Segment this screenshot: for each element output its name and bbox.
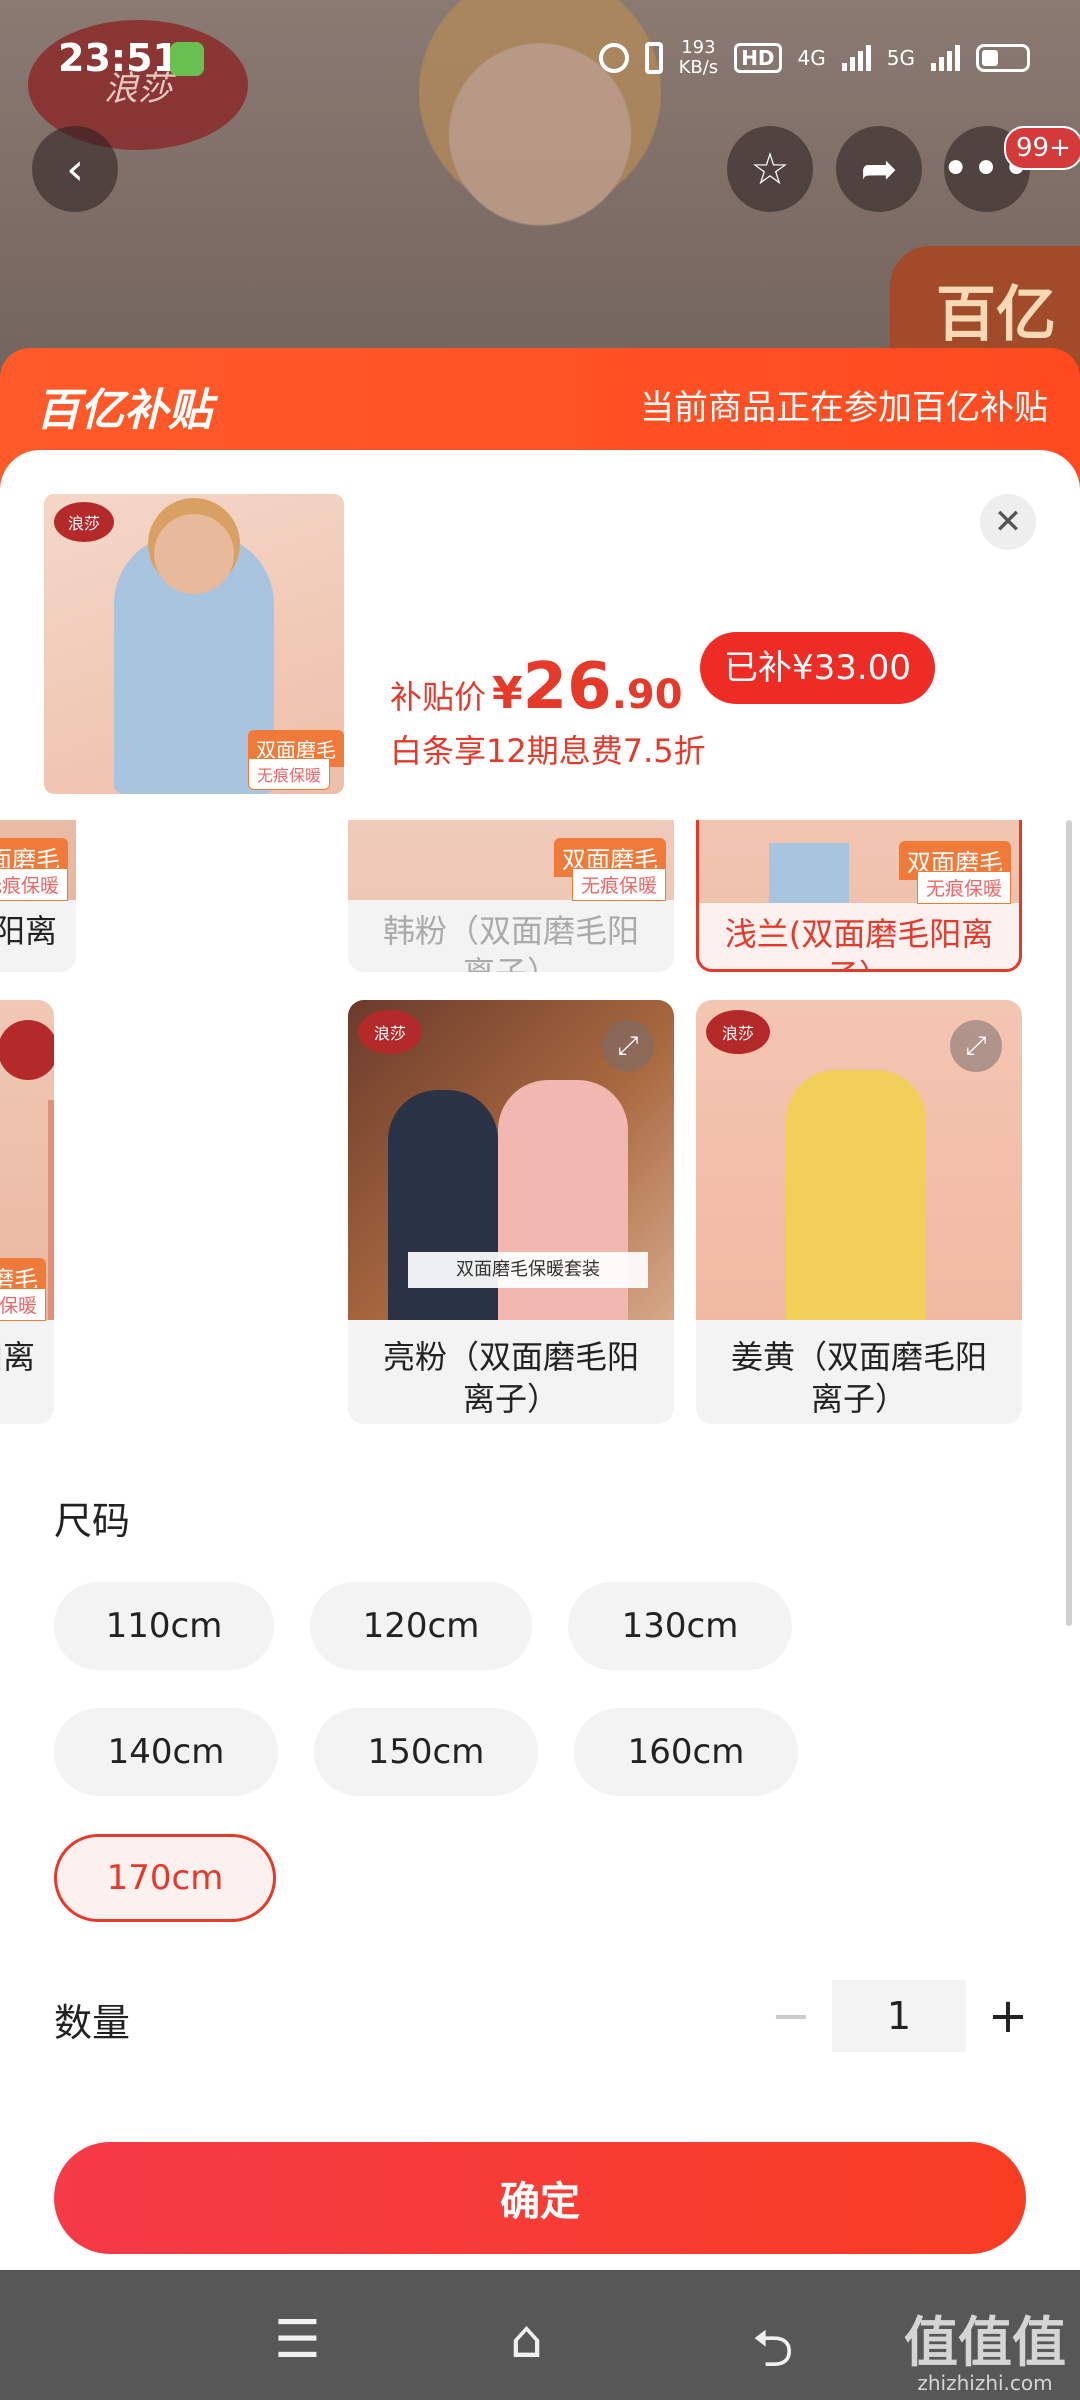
menu-icon[interactable]: ☰	[274, 2310, 321, 2370]
color-options[interactable]: 双面磨毛 无痕保暖 丈青（双面磨毛阳离子） 双面磨毛 无痕保暖 韩粉（双面磨毛阳…	[0, 820, 1080, 1450]
size-option-130[interactable]: 130cm	[568, 1582, 792, 1670]
installment-info: 白条享12期息费7.5折	[390, 732, 706, 770]
scrollbar[interactable]	[1066, 820, 1072, 1626]
color-label: 浅兰(双面磨毛阳离子）	[724, 915, 994, 969]
thumb-brand-logo: 浪莎	[54, 502, 114, 542]
color-label: 桔粉（双面磨毛阳离子）	[0, 1338, 35, 1376]
size-option-140[interactable]: 140cm	[54, 1708, 278, 1796]
star-icon: ☆	[750, 143, 790, 195]
network-speed: 193 KB/s	[679, 38, 719, 78]
color-tag-sub: 无痕保暖	[0, 1288, 46, 1321]
vibrate-icon	[644, 42, 663, 74]
watermark-title: 值值值	[904, 2311, 1066, 2374]
color-option-light-blue[interactable]: 双面磨毛 无痕保暖 浅兰(双面磨毛阳离子）	[696, 820, 1022, 972]
color-option-ginger-yellow[interactable]: 浪莎 ⤢ 姜黄（双面磨毛阳离子）	[696, 1000, 1022, 1424]
garment-shape	[769, 843, 849, 903]
garment-shape	[48, 1100, 54, 1320]
color-label: 丈青（双面磨毛阳离子）	[0, 912, 57, 950]
subsidy-amount-badge: 已补¥33.00	[700, 632, 935, 704]
subsidy-price: 补贴价 ¥ 26 .90	[390, 650, 683, 724]
brand-logo: 浪莎	[706, 1010, 770, 1054]
status-bar: 23:51 193 KB/s HD 4G 5G	[0, 0, 1080, 120]
back-nav-icon[interactable]: ⮌	[752, 2310, 794, 2399]
color-tag-sub: 无痕保暖	[571, 868, 666, 901]
battery-icon	[976, 44, 1030, 72]
status-time: 23:51	[58, 36, 179, 80]
size-section-title: 尺码	[54, 1499, 131, 1543]
price-label: 补贴价	[390, 678, 487, 716]
color-banner: 双面磨毛保暖套装	[408, 1252, 648, 1288]
size-option-160[interactable]: 160cm	[574, 1708, 798, 1796]
sku-selector-sheet: 浪莎 双面磨毛 无痕保暖 ✕ 补贴价 ¥ 26 .90 已补¥33.00 白条享…	[0, 450, 1080, 2270]
quantity-section-title: 数量	[54, 2001, 131, 2045]
color-option-orange-pink[interactable]: 双面磨毛 无痕保暖 桔粉（双面磨毛阳离子）	[0, 1000, 54, 1424]
chevron-left-icon: ‹	[66, 143, 84, 195]
site-watermark: 值值值 zhizhizhi.com	[904, 2316, 1066, 2396]
alarm-icon	[598, 43, 629, 73]
watermark-site: zhizhizhi.com	[917, 2371, 1053, 2395]
confirm-button[interactable]: 确定	[54, 2142, 1026, 2254]
quantity-decrease-button[interactable]: −	[770, 1980, 812, 2052]
signal-icon	[841, 45, 871, 71]
size-option-110[interactable]: 110cm	[54, 1582, 274, 1670]
network-4g-label: 4G	[797, 46, 826, 70]
color-tag-sub: 无痕保暖	[0, 868, 68, 901]
thumb-tag-sub: 无痕保暖	[248, 758, 331, 790]
size-option-150[interactable]: 150cm	[314, 1708, 538, 1796]
size-option-170[interactable]: 170cm	[54, 1834, 276, 1922]
network-speed-unit: KB/s	[678, 57, 719, 78]
color-tag-sub: 无痕保暖	[916, 871, 1011, 904]
expand-icon[interactable]: ⤢	[602, 1020, 654, 1072]
hd-voice-icon: HD	[734, 43, 782, 73]
size-option-120[interactable]: 120cm	[310, 1582, 532, 1670]
brand-logo: 浪莎	[358, 1010, 422, 1054]
color-option-korean-pink[interactable]: 双面磨毛 无痕保暖 韩粉（双面磨毛阳离子）	[348, 820, 674, 972]
network-5g-label: 5G	[886, 46, 915, 70]
share-button[interactable]: ➦	[836, 126, 922, 212]
subsidy-message: 当前商品正在参加百亿补贴	[640, 388, 1048, 428]
network-speed-value: 193	[681, 37, 716, 58]
garment-shape	[786, 1070, 926, 1320]
app-notification-icon	[170, 42, 204, 76]
home-icon[interactable]: ⌂	[510, 2310, 543, 2370]
favorite-button[interactable]: ☆	[727, 126, 813, 212]
color-label: 韩粉（双面磨毛阳离子）	[382, 912, 639, 972]
subsidy-logo: 百亿补贴	[36, 385, 212, 436]
status-indicators: 193 KB/s HD 4G 5G	[598, 38, 1030, 78]
back-button[interactable]: ‹	[32, 126, 118, 212]
color-label: 亮粉（双面磨毛阳离子）	[382, 1338, 639, 1418]
share-icon: ➦	[860, 143, 898, 195]
color-label: 姜黄（双面磨毛阳离子）	[730, 1338, 987, 1418]
expand-icon[interactable]: ⤢	[950, 1020, 1002, 1072]
price-integer: 26	[522, 650, 612, 724]
quantity-input[interactable]: 1	[832, 1980, 966, 2052]
color-option-navy[interactable]: 双面磨毛 无痕保暖 丈青（双面磨毛阳离子）	[0, 820, 76, 972]
price-decimal: .90	[611, 672, 683, 718]
product-thumbnail[interactable]: 浪莎 双面磨毛 无痕保暖	[44, 494, 344, 794]
quantity-increase-button[interactable]: +	[986, 1980, 1030, 2052]
price-currency: ¥	[492, 668, 523, 719]
close-button[interactable]: ✕	[980, 494, 1036, 550]
close-icon: ✕	[993, 502, 1023, 542]
color-option-bright-pink[interactable]: 浪莎 ⤢ 双面磨毛保暖套装 亮粉（双面磨毛阳离子）	[348, 1000, 674, 1424]
message-count-badge: 99+	[1004, 126, 1080, 170]
signal-icon-2	[931, 45, 960, 71]
card-logo	[0, 1020, 54, 1080]
